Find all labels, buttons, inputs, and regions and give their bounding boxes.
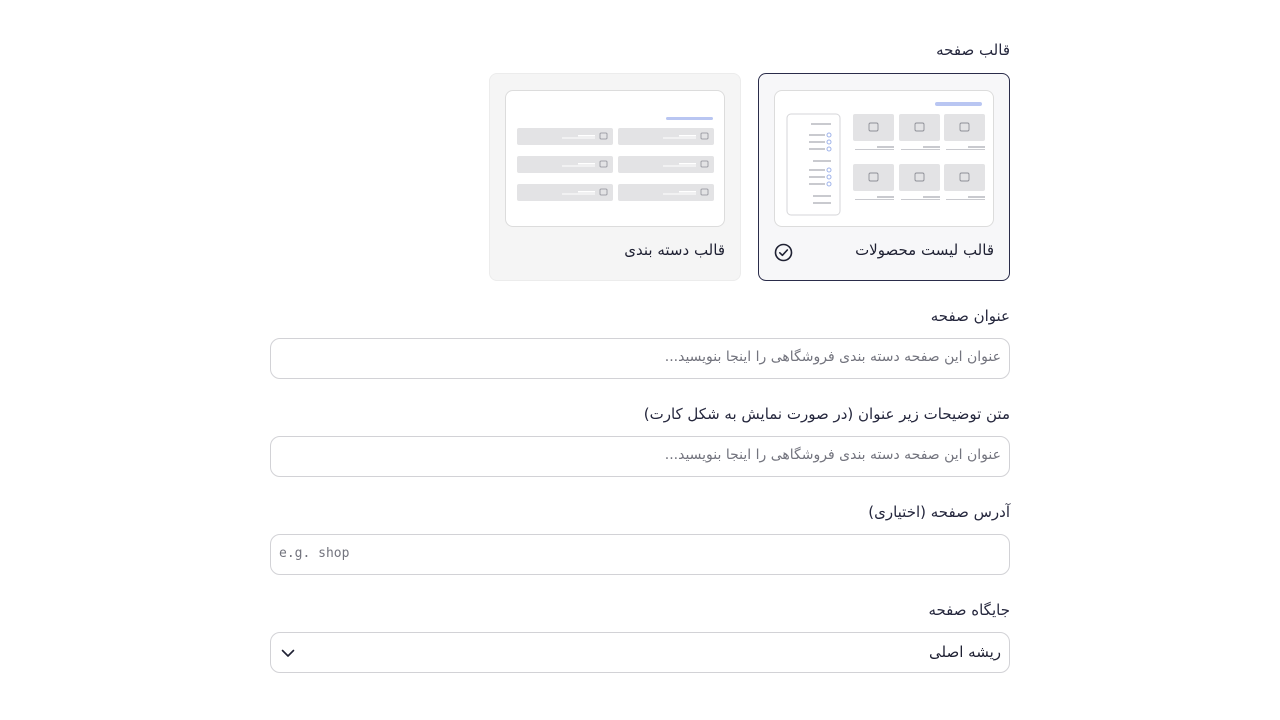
position-select[interactable]: ریشه اصلی: [270, 632, 1010, 673]
template-card-product-list[interactable]: قالب لیست محصولات: [758, 73, 1010, 281]
category-thumbnail: [505, 90, 725, 227]
description-placeholder: عنوان این صفحه دسته بندی فروشگاهی را این…: [664, 447, 1001, 463]
template-section-label: قالب صفحه: [936, 41, 1010, 59]
chevron-down-icon: [281, 649, 295, 657]
page-title-label: عنوان صفحه: [930, 307, 1010, 325]
template-card-category[interactable]: قالب دسته بندی: [489, 73, 741, 281]
page-title-input[interactable]: عنوان این صفحه دسته بندی فروشگاهی را این…: [270, 338, 1010, 379]
product-list-thumbnail: [774, 90, 994, 227]
address-placeholder: e.g. shop: [279, 546, 350, 561]
description-label: متن توضیحات زیر عنوان (در صورت نمایش به …: [643, 405, 1010, 423]
address-label: آدرس صفحه (اختیاری): [868, 503, 1010, 521]
template-card-title: قالب دسته بندی: [624, 241, 725, 259]
description-input[interactable]: عنوان این صفحه دسته بندی فروشگاهی را این…: [270, 436, 1010, 477]
page-title-placeholder: عنوان این صفحه دسته بندی فروشگاهی را این…: [664, 349, 1001, 365]
template-card-title: قالب لیست محصولات: [855, 241, 994, 259]
address-input[interactable]: e.g. shop: [270, 534, 1010, 575]
check-circle-icon: [774, 243, 793, 262]
position-label: جایگاه صفحه: [928, 601, 1010, 619]
page-settings-form: قالب صفحه قالب لیست محصولات قالب دسته بن…: [270, 0, 1010, 720]
position-select-value: ریشه اصلی: [929, 643, 1001, 661]
